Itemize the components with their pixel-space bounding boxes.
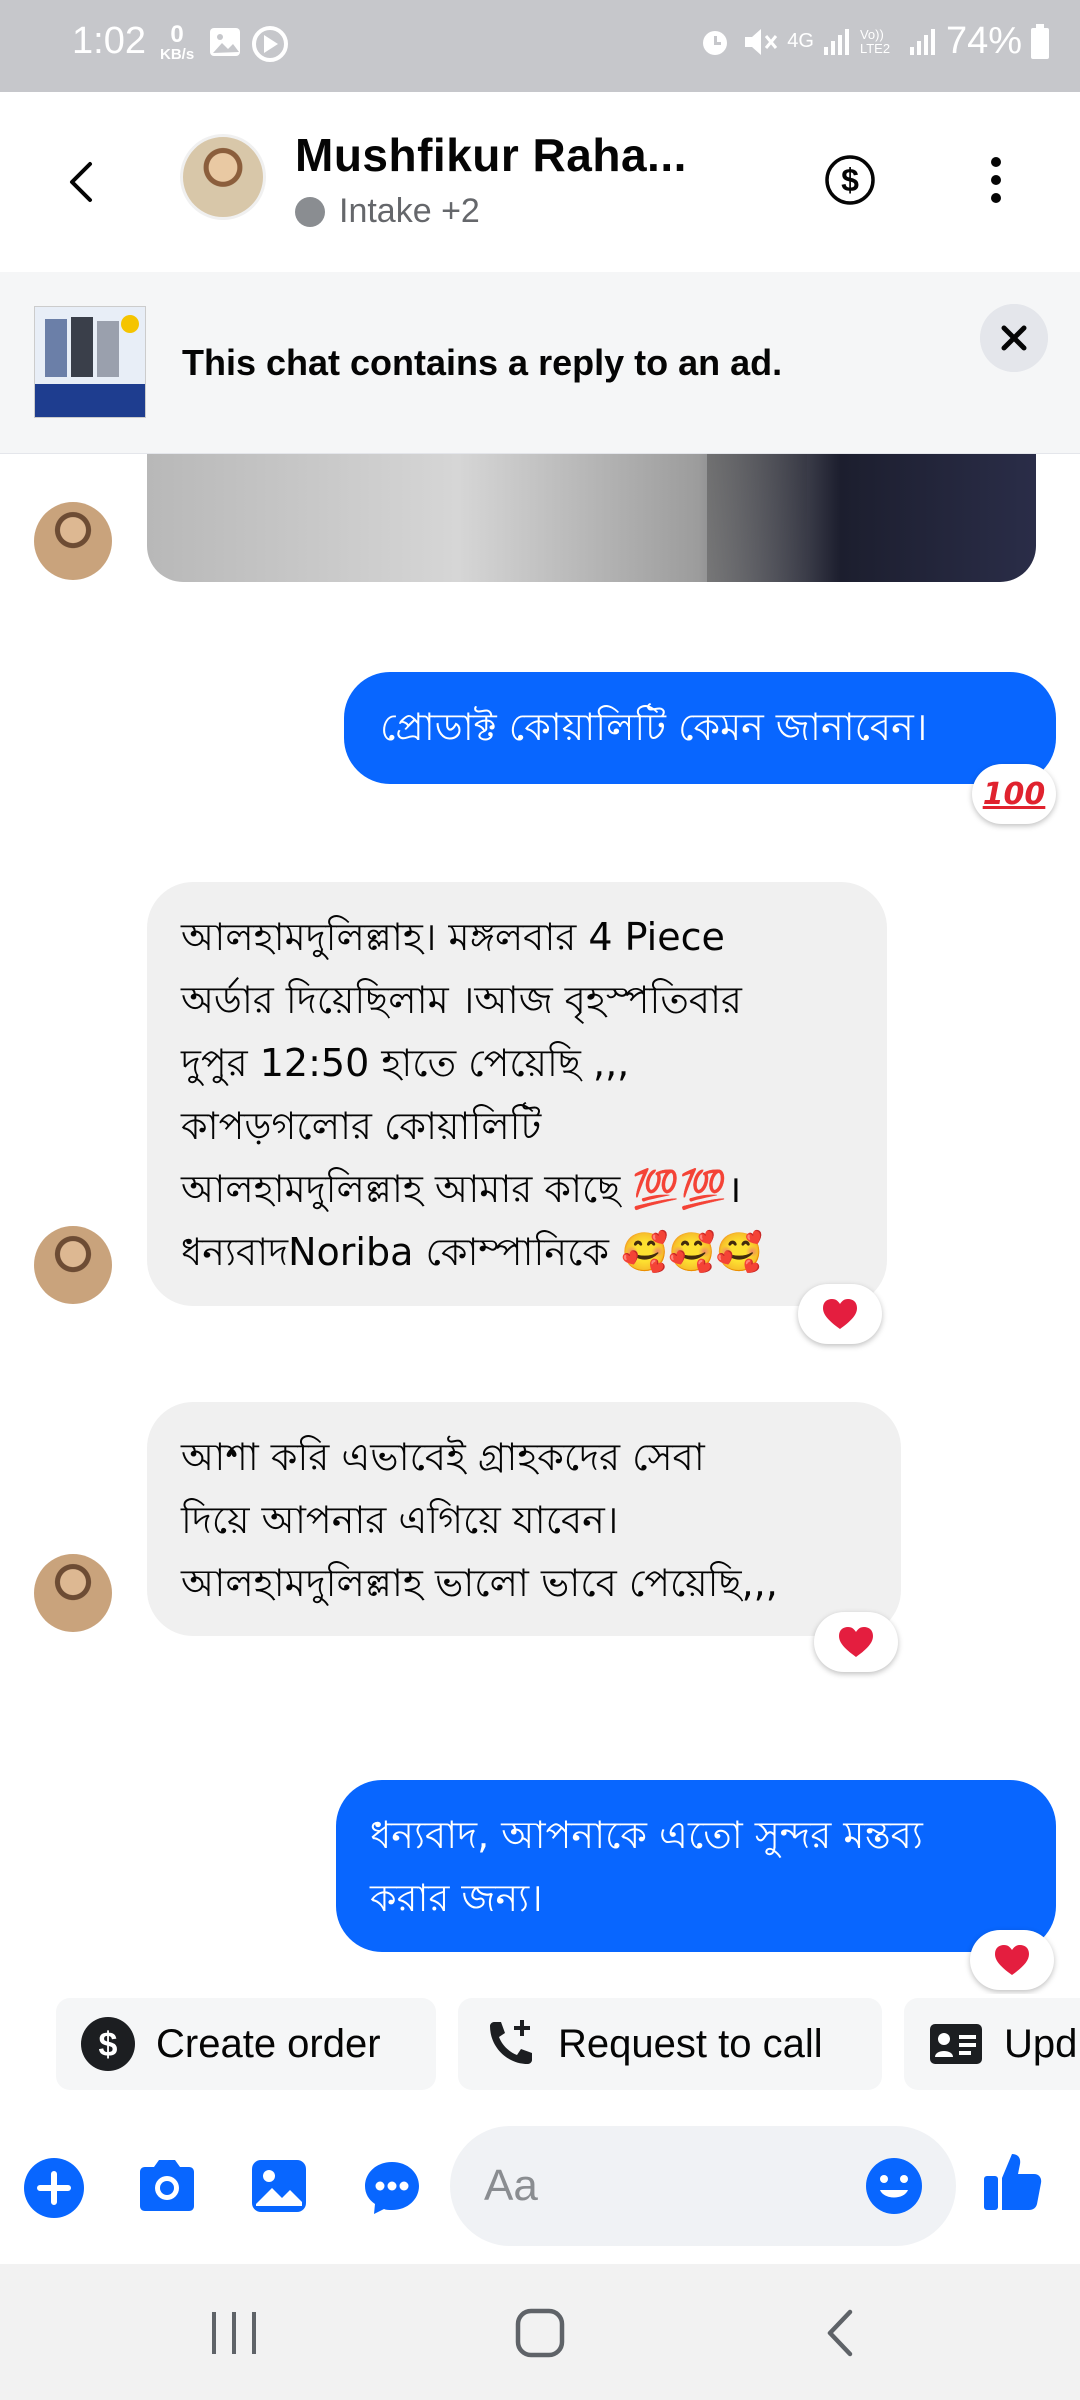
chat-bubble-icon[interactable] <box>360 2156 424 2220</box>
camera-icon[interactable] <box>134 2156 200 2216</box>
reaction-heart[interactable] <box>798 1284 882 1344</box>
update-contact-button[interactable]: Upd <box>904 1998 1080 2090</box>
system-nav-bar <box>0 2264 1080 2400</box>
message-bubble-outgoing[interactable]: ধন্যবাদ, আপনাকে এতো সুন্দর মন্তব্য করার … <box>336 1780 1056 1952</box>
reaction-heart[interactable] <box>970 1930 1054 1990</box>
contact-subtitle-text: Intake +2 <box>339 192 480 230</box>
message-thread[interactable]: প্রোডাক্ট কোয়ালিটি কেমন জানাবেন। 100 আল… <box>0 454 1080 1994</box>
alarm-icon <box>703 30 728 55</box>
request-to-call-label: Request to call <box>558 2021 823 2066</box>
status-time: 1:02 <box>72 20 146 62</box>
ad-thumbnail[interactable] <box>34 306 146 418</box>
recent-apps-icon[interactable] <box>204 2304 264 2362</box>
reaction-100[interactable]: 100 <box>972 764 1056 824</box>
phone-add-icon <box>490 2020 532 2064</box>
message-line: করার জন্য। <box>370 1876 543 1920</box>
message-bubble-outgoing[interactable]: প্রোডাক্ট কোয়ালিটি কেমন জানাবেন। <box>344 672 1056 784</box>
back-arrow-icon[interactable] <box>52 152 112 212</box>
create-order-button[interactable]: $ Create order <box>56 1998 436 2090</box>
network-speed-value: 0 <box>170 21 184 48</box>
image-message[interactable] <box>147 454 1036 582</box>
heart-icon <box>995 1945 1029 1975</box>
more-options-icon[interactable] <box>976 150 1016 210</box>
message-line: দিয়ে আপনার এগিয়ে যাবেন। <box>181 1498 619 1542</box>
emoji-icon[interactable] <box>864 2156 924 2216</box>
create-order-label: Create order <box>156 2021 381 2066</box>
back-nav-icon[interactable] <box>810 2304 870 2362</box>
message-composer <box>0 2104 1080 2264</box>
svg-text:$: $ <box>99 2026 118 2064</box>
message-line: আলহামদুলিল্লাহ। মঙ্গলবার 4 Piece <box>181 915 725 959</box>
reaction-heart[interactable] <box>814 1612 898 1672</box>
message-line: প্রোডাক্ট কোয়ালিটি কেমন জানাবেন। <box>380 705 928 749</box>
message-line: আলহামদুলিল্লাহ ভালো ভাবে পেয়েছি,,, <box>181 1561 778 1605</box>
network-speed-unit: KB/s <box>160 46 195 63</box>
messenger-notification-icon <box>252 26 288 62</box>
mute-icon <box>745 28 778 55</box>
contact-card-icon <box>930 2024 982 2064</box>
message-line: আশা করি এভাবেই গ্রাহকদের সেবা <box>181 1435 705 1479</box>
heart-icon <box>839 1627 873 1657</box>
battery-percent: 74% <box>945 20 1022 62</box>
contact-name[interactable]: Mushfikur Raha... <box>295 128 687 182</box>
gallery-icon[interactable] <box>248 2156 310 2216</box>
ad-banner-text: This chat contains a reply to an ad. <box>182 342 783 383</box>
contact-avatar[interactable] <box>180 134 266 220</box>
sender-avatar[interactable] <box>34 502 112 580</box>
close-icon[interactable] <box>980 304 1048 372</box>
update-contact-label: Upd <box>1004 2021 1078 2066</box>
heart-icon <box>823 1299 857 1329</box>
message-line: দুপুর 12:50 হাতে পেয়েছি ,,, <box>181 1041 630 1085</box>
plus-icon[interactable] <box>22 2156 86 2220</box>
signal-icon-1 <box>823 28 849 55</box>
battery-icon <box>1031 23 1049 59</box>
svg-text:$: $ <box>841 162 859 198</box>
message-bubble-incoming[interactable]: আশা করি এভাবেই গ্রাহকদের সেবা দিয়ে আপনা… <box>147 1402 901 1636</box>
message-line: ধন্যবাদ, আপনাকে এতো সুন্দর মন্তব্য <box>370 1813 923 1857</box>
message-line: অর্ডার দিয়েছিলাম ।আজ বৃহস্পতিবার <box>181 978 742 1022</box>
message-input-box[interactable] <box>450 2126 956 2246</box>
sender-avatar[interactable] <box>34 1554 112 1632</box>
sender-avatar[interactable] <box>34 1226 112 1304</box>
contact-subtitle[interactable]: Intake +2 <box>295 192 480 231</box>
message-line: ধন্যবাদNoriba কোম্পানিকে 🥰🥰🥰 <box>181 1230 763 1274</box>
status-bar: 1:02 0 KB/s 4G Vo)) LTE2 74% <box>0 0 1080 92</box>
thumbs-up-icon[interactable] <box>980 2148 1044 2214</box>
hundred-points-icon: 100 <box>982 776 1046 812</box>
message-line: কাপড়গলোর কোয়ালিটি <box>181 1104 542 1148</box>
message-line: আলহামদুলিল্লাহ আমার কাছে 💯💯। <box>181 1167 742 1211</box>
quick-actions-bar: $ Create order Request to call Upd <box>0 1994 1080 2104</box>
request-to-call-button[interactable]: Request to call <box>458 1998 882 2090</box>
network-speed: 0 KB/s <box>160 21 195 64</box>
chat-header: Mushfikur Raha... Intake +2 $ <box>0 92 1080 272</box>
dollar-circle-icon: $ <box>81 2017 135 2071</box>
volte-label: Vo)) LTE2 <box>859 26 891 56</box>
message-bubble-incoming[interactable]: আলহামদুলিল্লাহ। মঙ্গলবার 4 Piece অর্ডার … <box>147 882 887 1306</box>
home-icon[interactable] <box>508 2304 572 2362</box>
status-right: 4G Vo)) LTE2 74% <box>697 20 1050 63</box>
message-input[interactable] <box>484 2126 864 2246</box>
status-dot-icon <box>295 196 325 227</box>
network-4g: 4G <box>787 30 814 52</box>
signal-icon-2 <box>909 28 935 55</box>
dollar-circle-icon[interactable]: $ <box>822 152 878 208</box>
ad-reply-banner: This chat contains a reply to an ad. <box>0 272 1080 454</box>
gallery-notification-icon <box>210 28 240 56</box>
